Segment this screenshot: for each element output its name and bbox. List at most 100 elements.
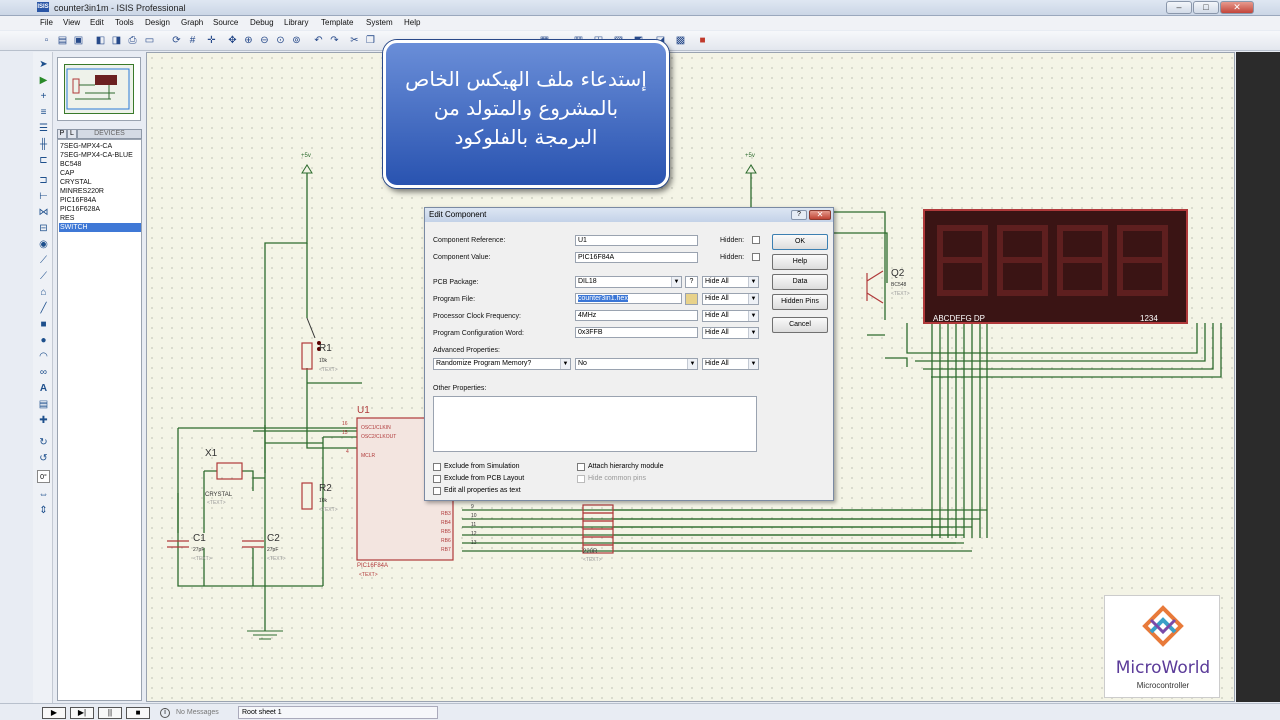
line-icon[interactable]: ╱ <box>37 302 50 315</box>
exclude-pcb-checkbox[interactable] <box>433 475 441 483</box>
menu-file[interactable]: File <box>40 18 53 27</box>
menu-design[interactable]: Design <box>145 18 170 27</box>
menu-source[interactable]: Source <box>213 18 238 27</box>
device-item[interactable]: RES <box>59 214 141 223</box>
zoom-area-icon[interactable]: ⊚ <box>290 34 303 47</box>
data-button[interactable]: Data <box>772 274 828 290</box>
marker-icon[interactable]: ✚ <box>37 414 50 427</box>
device-item[interactable]: 7SEG-MPX4-CA <box>59 142 141 151</box>
flip-h-icon[interactable]: ⇔ <box>37 488 50 501</box>
overview-window[interactable] <box>57 57 141 121</box>
exclude-sim-checkbox[interactable] <box>433 463 441 471</box>
advanced-hide-select[interactable]: Hide All ▼ <box>702 358 759 370</box>
symbol-icon[interactable]: ▤ <box>37 398 50 411</box>
menu-tools[interactable]: Tools <box>115 18 134 27</box>
menu-debug[interactable]: Debug <box>250 18 274 27</box>
program-hide-select[interactable]: Hide All ▼ <box>702 293 759 305</box>
circle-icon[interactable]: ● <box>37 334 50 347</box>
graph-icon[interactable]: ⋈ <box>37 206 50 219</box>
angle-box[interactable]: 0° <box>37 470 50 483</box>
device-item[interactable]: CAP <box>59 169 141 178</box>
menu-help[interactable]: Help <box>404 18 420 27</box>
config-input[interactable]: 0x3FFB <box>575 327 698 338</box>
origin-icon[interactable]: ✛ <box>205 34 218 47</box>
print-icon[interactable]: ⎙ <box>126 34 139 47</box>
device-item[interactable]: 7SEG-MPX4-CA-BLUE <box>59 151 141 160</box>
save-icon[interactable]: ▣ <box>72 34 85 47</box>
menu-graph[interactable]: Graph <box>181 18 203 27</box>
play-icon[interactable]: ▶ <box>42 707 66 719</box>
messages-status[interactable]: No Messages <box>176 709 219 716</box>
library-tab[interactable]: L <box>67 129 77 139</box>
hidden-pins-button[interactable]: Hidden Pins <box>772 294 828 310</box>
copy-icon[interactable]: ❐ <box>364 34 377 47</box>
wire-label-icon[interactable]: ≡ <box>37 106 50 119</box>
info-icon[interactable]: i <box>160 708 170 718</box>
menu-edit[interactable]: Edit <box>90 18 104 27</box>
maximize-button[interactable]: □ <box>1193 1 1219 14</box>
netlist-icon[interactable]: ■ <box>696 34 709 47</box>
undo-icon[interactable]: ↶ <box>312 34 325 47</box>
flip-v-icon[interactable]: ⇕ <box>37 504 50 517</box>
pcb-hide-select[interactable]: Hide All ▼ <box>702 276 759 288</box>
device-list[interactable]: 7SEG-MPX4-CA 7SEG-MPX4-CA-BLUE BC548 CAP… <box>57 139 142 701</box>
menu-template[interactable]: Template <box>321 18 353 27</box>
path-icon[interactable]: ∞ <box>37 366 50 379</box>
pin-icon[interactable]: ⊢ <box>37 190 50 203</box>
import-icon[interactable]: ◧ <box>94 34 107 47</box>
ref-hidden-checkbox[interactable] <box>752 236 760 244</box>
arc-icon[interactable]: ◠ <box>37 350 50 363</box>
device-item[interactable]: BC548 <box>59 160 141 169</box>
open-icon[interactable]: ▤ <box>56 34 69 47</box>
ok-button[interactable]: OK <box>772 234 828 250</box>
value-hidden-checkbox[interactable] <box>752 253 760 261</box>
pause-icon[interactable]: || <box>98 707 122 719</box>
pcb-query-button[interactable]: ? <box>685 276 698 288</box>
tape-icon[interactable]: ⊟ <box>37 222 50 235</box>
edit-as-text-checkbox[interactable] <box>433 487 441 495</box>
zoom-out-icon[interactable]: ⊖ <box>258 34 271 47</box>
refresh-icon[interactable]: ⟳ <box>170 34 183 47</box>
device-item[interactable]: MINRES220R <box>59 187 141 196</box>
junction-icon[interactable]: + <box>37 90 50 103</box>
instrument-icon[interactable]: ⌂ <box>37 286 50 299</box>
pcb-select[interactable]: DIL18 ▼ <box>575 276 682 288</box>
stop-icon[interactable]: ■ <box>126 707 150 719</box>
close-button[interactable]: ✕ <box>1220 1 1254 14</box>
attach-module-checkbox[interactable] <box>577 463 585 471</box>
cancel-button[interactable]: Cancel <box>772 317 828 333</box>
browse-folder-icon[interactable] <box>685 293 698 305</box>
rotate-cw-icon[interactable]: ↻ <box>37 436 50 449</box>
cut-icon[interactable]: ✂ <box>348 34 361 47</box>
menu-view[interactable]: View <box>63 18 80 27</box>
probe-i-icon[interactable]: ⟋ <box>37 270 50 283</box>
subcircuit-icon[interactable]: ⊏ <box>37 154 50 167</box>
pan-icon[interactable]: ✥ <box>226 34 239 47</box>
other-properties-textarea[interactable] <box>433 396 757 452</box>
value-input[interactable]: PIC16F84A <box>575 252 698 263</box>
generator-icon[interactable]: ◉ <box>37 238 50 251</box>
probe-v-icon[interactable]: ⟋ <box>37 254 50 267</box>
advanced-property-select[interactable]: Randomize Program Memory? ▼ <box>433 358 571 370</box>
device-item[interactable]: CRYSTAL <box>59 178 141 187</box>
pick-tab[interactable]: P <box>57 129 67 139</box>
clock-hide-select[interactable]: Hide All ▼ <box>702 310 759 322</box>
export-icon[interactable]: ◨ <box>110 34 123 47</box>
zoom-in-icon[interactable]: ⊕ <box>242 34 255 47</box>
area-icon[interactable]: ▭ <box>143 34 156 47</box>
dialog-help-button[interactable]: ? <box>791 210 807 220</box>
rotate-ccw-icon[interactable]: ↺ <box>37 452 50 465</box>
redo-icon[interactable]: ↷ <box>328 34 341 47</box>
new-icon[interactable]: ▫ <box>40 34 53 47</box>
program-file-input[interactable]: counter3in1.hex <box>575 293 682 304</box>
box-icon[interactable]: ■ <box>37 318 50 331</box>
dialog-close-button[interactable]: ✕ <box>809 210 831 220</box>
help-button[interactable]: Help <box>772 254 828 270</box>
config-hide-select[interactable]: Hide All ▼ <box>702 327 759 339</box>
clock-input[interactable]: 4MHz <box>575 310 698 321</box>
minimize-button[interactable]: – <box>1166 1 1192 14</box>
grid-icon[interactable]: # <box>186 34 199 47</box>
bus-icon[interactable]: ╫ <box>37 138 50 151</box>
device-item[interactable]: PIC16F628A <box>59 205 141 214</box>
terminal-icon[interactable]: ⊐ <box>37 174 50 187</box>
